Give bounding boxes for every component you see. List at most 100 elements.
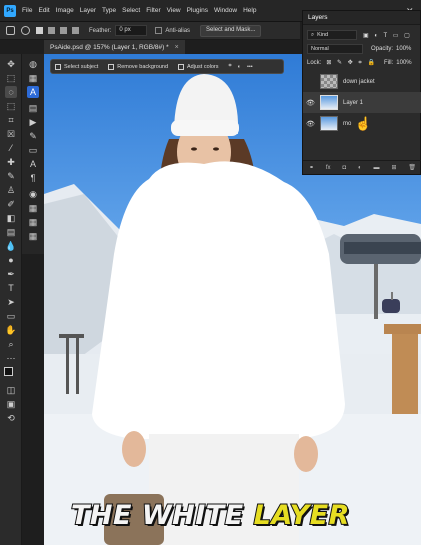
contextual-task-bar: Select subject Remove background Adjust … [50,59,284,74]
lasso-tool-icon[interactable]: ◌ [5,86,17,98]
select-and-mask-button[interactable]: Select and Mask... [200,24,262,37]
new-layer-icon[interactable]: ⊞ [391,164,396,171]
layer-row[interactable]: down jacket [303,71,421,92]
shape-tool-icon[interactable]: ▭ [5,310,17,322]
remove-background-button[interactable]: Remove background [108,63,168,70]
filter-icons[interactable]: ▣ ◐ T ▭ ▢ [363,32,412,39]
character-panel-icon[interactable]: A [27,158,39,170]
document-tab[interactable]: PsAide.psd @ 157% (Layer 1, RGB/8#) * × [44,40,185,54]
new-selection-icon[interactable] [36,27,43,34]
kind-filter-select[interactable]: ⌕ Kind [307,30,357,40]
swatches-panel-icon[interactable]: ▦ [27,202,39,214]
layer-name[interactable]: Layer 1 [343,100,363,106]
adjustments-panel-icon[interactable]: ▦ [27,72,39,84]
healing-tool-icon[interactable]: ✚ [5,156,17,168]
options-bar: Feather: 0 px Anti-alias Select and Mask… [0,22,300,40]
quick-mask-icon[interactable]: ◫ [5,384,17,396]
select-subject-button[interactable]: Select subject [55,63,99,70]
layer-style-icon[interactable]: fx [326,165,331,171]
hand-tool-icon[interactable]: ✋ [5,324,17,336]
info-panel-icon[interactable]: ▦ [27,230,39,242]
hand-cursor-icon: ☝ [355,115,372,131]
antialias-checkbox[interactable] [155,27,163,34]
gradient-tool-icon[interactable]: ▤ [5,226,17,238]
eraser-tool-icon[interactable]: ◧ [5,212,17,224]
feather-label: Feather: [89,27,112,34]
eyedropper-tool-icon[interactable]: ⁄ [5,142,17,154]
layer-row-selected[interactable]: 👁 Layer 1 [303,92,421,113]
channels-panel-icon[interactable]: ◉ [27,188,39,200]
menu-type[interactable]: Type [102,7,116,14]
libraries-panel-icon[interactable]: ▦ [27,216,39,228]
pen-tool-icon[interactable]: ✒ [5,268,17,280]
menu-window[interactable]: Window [214,7,237,14]
share-icon[interactable]: ⟲ [5,412,17,424]
tab-close-icon[interactable]: × [175,44,179,51]
menu-view[interactable]: View [167,7,181,14]
object-select-tool-icon[interactable]: ⬚ [5,100,17,112]
video-caption: THE WHITE LAYER [0,497,421,533]
menu-help[interactable]: Help [243,7,256,14]
lasso-icon[interactable] [21,26,30,35]
lock-icons[interactable]: ⊠ ✎ ✥ ⌗ 🔒 [326,59,377,67]
menu-select[interactable]: Select [122,7,140,14]
link-layers-icon[interactable]: ⚭ [309,164,314,171]
paragraph-panel-icon[interactable]: ¶ [27,172,39,184]
type-tool-icon[interactable]: T [5,282,17,294]
blur-tool-icon[interactable]: 💧 [5,240,17,252]
comments-panel-icon[interactable]: ▭ [27,144,39,156]
delete-layer-icon[interactable]: 🗑 [408,164,416,171]
opacity-input[interactable]: 100% [396,46,411,52]
layer-name[interactable]: mo [343,121,351,127]
layers-panel-footer: ⚭ fx ◘ ◐ ▬ ⊞ 🗑 [303,160,421,174]
adjust-colors-button[interactable]: Adjust colors [178,63,219,70]
select-subject-label: Select subject [64,63,99,70]
layer-name[interactable]: down jacket [343,79,375,85]
mask-icon[interactable]: ◐ [238,64,241,70]
more-tools-icon[interactable]: ⋯ [5,352,17,364]
lock-label: Lock: [307,60,322,66]
menu-edit[interactable]: Edit [38,7,49,14]
adjustment-layer-icon[interactable]: ◐ [358,165,362,171]
move-tool-icon[interactable]: ✥ [5,58,17,70]
eye-icon[interactable]: 👁 [306,99,316,107]
more-options-icon[interactable]: ••• [247,64,253,70]
menu-filter[interactable]: Filter [146,7,160,14]
eye-icon[interactable]: 👁 [306,120,316,128]
intersect-selection-icon[interactable] [72,27,79,34]
home-icon[interactable] [6,26,15,35]
dodge-tool-icon[interactable]: ● [5,254,17,266]
add-selection-icon[interactable] [48,27,55,34]
document-tab-title: PsAide.psd @ 157% (Layer 1, RGB/8#) * [50,43,169,51]
blend-mode-select[interactable]: Normal [307,44,363,54]
foreground-color-swatch[interactable] [4,367,13,376]
feather-input[interactable]: 0 px [115,25,148,36]
zoom-tool-icon[interactable]: ⌕ [5,338,17,350]
kind-filter-label: Kind [317,32,329,38]
transform-icon[interactable]: ⌗ [229,63,232,70]
frame-tool-icon[interactable]: ☒ [5,128,17,140]
history-panel-icon[interactable]: ▤ [27,102,39,114]
menu-image[interactable]: Image [56,7,74,14]
lock-fill-row: Lock: ⊠ ✎ ✥ ⌗ 🔒 Fill: 100% [303,56,420,70]
history-brush-icon[interactable]: ✐ [5,198,17,210]
subtract-selection-icon[interactable] [60,27,67,34]
add-mask-icon[interactable]: ◘ [342,165,346,171]
menu-layer[interactable]: Layer [80,7,96,14]
play-panel-icon[interactable]: ▶ [27,116,39,128]
marquee-tool-icon[interactable]: ⬚ [5,72,17,84]
path-select-tool-icon[interactable]: ➤ [5,296,17,308]
menu-plugins[interactable]: Plugins [187,7,208,14]
crop-tool-icon[interactable]: ⌗ [5,114,17,126]
app-logo: Ps [4,4,16,17]
brush-tool-icon[interactable]: ✎ [5,170,17,182]
layer-row[interactable]: 👁 mo ☝ [303,113,421,134]
menu-file[interactable]: File [22,7,32,14]
ai-assist-icon[interactable]: A [27,86,39,98]
new-group-icon[interactable]: ▬ [374,165,380,171]
screen-mode-icon[interactable]: ▣ [5,398,17,410]
brushes-panel-icon[interactable]: ✎ [27,130,39,142]
stamp-tool-icon[interactable]: ♙ [5,184,17,196]
fill-input[interactable]: 100% [396,60,411,66]
properties-panel-icon[interactable]: ◍ [27,58,39,70]
